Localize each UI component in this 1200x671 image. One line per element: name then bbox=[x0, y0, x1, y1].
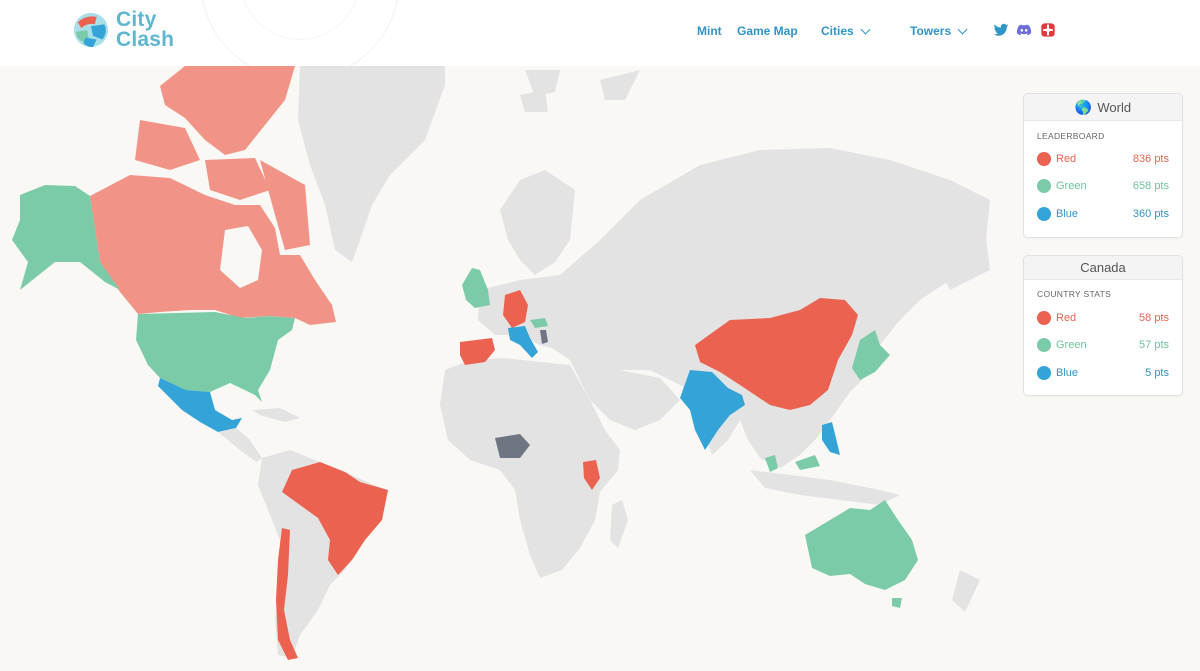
world-leaderboard-panel: 🌎 World LEADERBOARD Red 836 pts Green 65… bbox=[1023, 93, 1183, 238]
team-name: Green bbox=[1056, 339, 1087, 352]
team-points: 658 pts bbox=[1132, 180, 1169, 193]
nav-cities-label: Cities bbox=[821, 24, 854, 38]
globe-icon: 🌎 bbox=[1074, 98, 1093, 115]
world-panel-header: 🌎 World bbox=[1024, 94, 1182, 121]
world-panel-title: World bbox=[1097, 99, 1132, 115]
nav-cities-dropdown[interactable]: Cities bbox=[821, 24, 871, 38]
team-points: 360 pts bbox=[1132, 207, 1169, 220]
country-panel-subtitle: COUNTRY STATS bbox=[1037, 289, 1112, 299]
team-green-dot bbox=[1037, 338, 1051, 353]
country-panel-header: Canada bbox=[1024, 256, 1182, 280]
country-stats-panel: Canada COUNTRY STATS Red 58 pts Green 57… bbox=[1023, 255, 1183, 396]
team-points: 836 pts bbox=[1132, 152, 1169, 165]
team-blue-dot bbox=[1037, 206, 1051, 221]
team-green-dot bbox=[1037, 179, 1051, 194]
nav-mint-link[interactable]: Mint bbox=[697, 24, 722, 38]
nav-towers-dropdown[interactable]: Towers bbox=[910, 24, 968, 38]
team-name: Blue bbox=[1056, 207, 1079, 220]
world-panel-subtitle: LEADERBOARD bbox=[1037, 131, 1105, 141]
nav-towers-label: Towers bbox=[910, 24, 952, 38]
country-row-green[interactable]: Green 57 pts bbox=[1024, 332, 1182, 360]
team-name: Green bbox=[1056, 180, 1087, 193]
team-name: Red bbox=[1056, 152, 1077, 165]
team-points: 5 pts bbox=[1145, 366, 1169, 379]
world-map[interactable] bbox=[0, 66, 1200, 671]
country-panel-title: Canada bbox=[1080, 260, 1126, 275]
team-points: 58 pts bbox=[1139, 311, 1169, 324]
leaderboard-row-red[interactable]: Red 836 pts bbox=[1024, 145, 1182, 173]
chevron-down-icon bbox=[860, 24, 871, 34]
team-red-dot bbox=[1037, 310, 1051, 325]
team-red-dot bbox=[1037, 151, 1051, 166]
opensea-icon[interactable] bbox=[1040, 22, 1056, 38]
team-blue-dot bbox=[1037, 365, 1051, 380]
leaderboard-row-green[interactable]: Green 658 pts bbox=[1024, 173, 1182, 201]
country-row-blue[interactable]: Blue 5 pts bbox=[1024, 359, 1182, 387]
country-row-red[interactable]: Red 58 pts bbox=[1024, 304, 1182, 332]
leaderboard-row-blue[interactable]: Blue 360 pts bbox=[1024, 200, 1182, 228]
twitter-icon[interactable] bbox=[993, 22, 1009, 38]
team-points: 57 pts bbox=[1139, 339, 1169, 352]
team-name: Blue bbox=[1056, 366, 1079, 379]
team-name: Red bbox=[1056, 311, 1077, 324]
nav-game-map-link[interactable]: Game Map bbox=[737, 24, 798, 38]
discord-icon[interactable] bbox=[1016, 22, 1032, 38]
chevron-down-icon bbox=[957, 24, 968, 34]
top-navbar: City Clash Mint Game Map Cities Towers bbox=[0, 0, 1200, 66]
